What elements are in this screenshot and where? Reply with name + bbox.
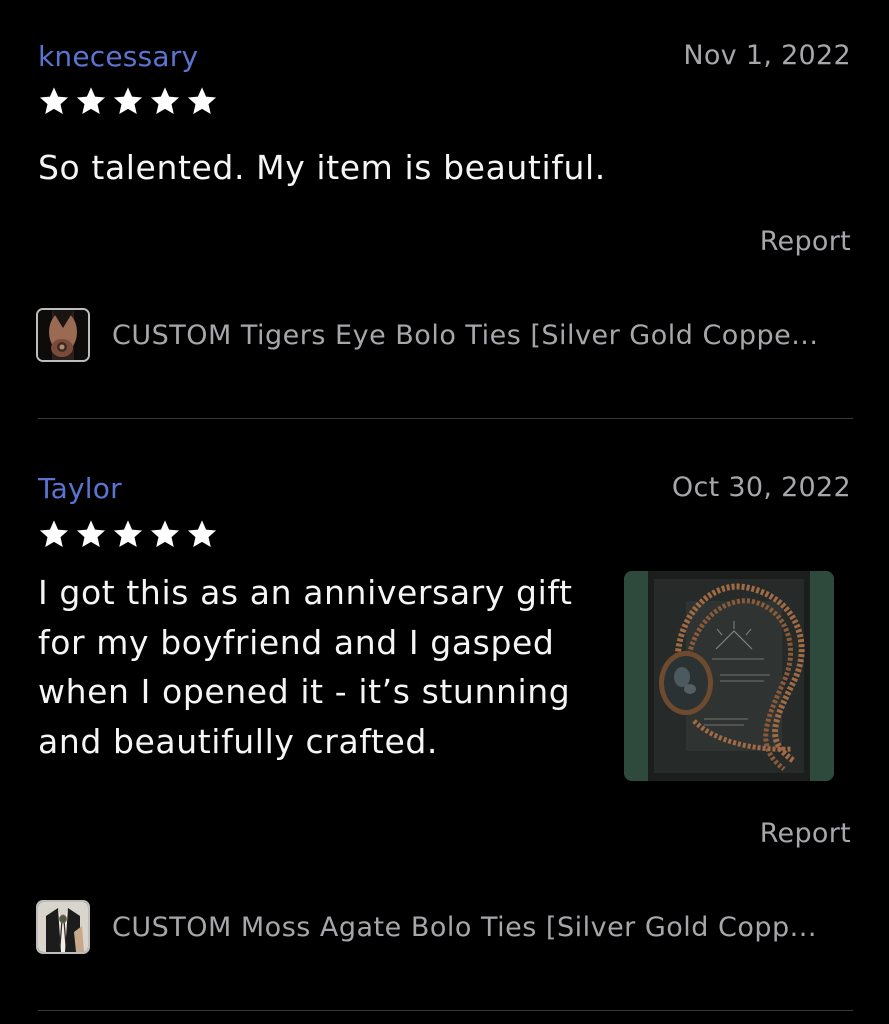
review-text: I got this as an anniversary gift for my… <box>38 568 573 766</box>
review-card: Taylor Oct 30, 2022 I got this as an ann… <box>0 0 889 1024</box>
review-text-line: when I opened it - it’s stunning <box>38 672 571 711</box>
review-text-line: for my boyfriend and I gasped <box>38 622 555 662</box>
star-rating <box>38 518 218 550</box>
review-divider <box>38 1010 853 1011</box>
report-link[interactable]: Report <box>760 818 851 849</box>
star-icon <box>150 520 180 547</box>
star-icon <box>113 520 143 547</box>
reviewer-name[interactable]: Taylor <box>38 472 122 505</box>
review-photo[interactable] <box>624 571 834 781</box>
purchased-item-link[interactable]: CUSTOM Moss Agate Bolo Ties [Silver Gold… <box>36 898 851 956</box>
item-title: CUSTOM Moss Agate Bolo Ties [Silver Gold… <box>112 911 817 943</box>
star-icon <box>39 520 69 547</box>
star-icon <box>187 520 217 547</box>
star-icon <box>76 520 106 547</box>
item-thumbnail <box>36 900 90 954</box>
review-text-line: I got this as an anniversary gift <box>38 573 573 612</box>
review-date: Oct 30, 2022 <box>671 472 851 503</box>
review-text-line: and beautifully crafted. <box>38 721 439 761</box>
